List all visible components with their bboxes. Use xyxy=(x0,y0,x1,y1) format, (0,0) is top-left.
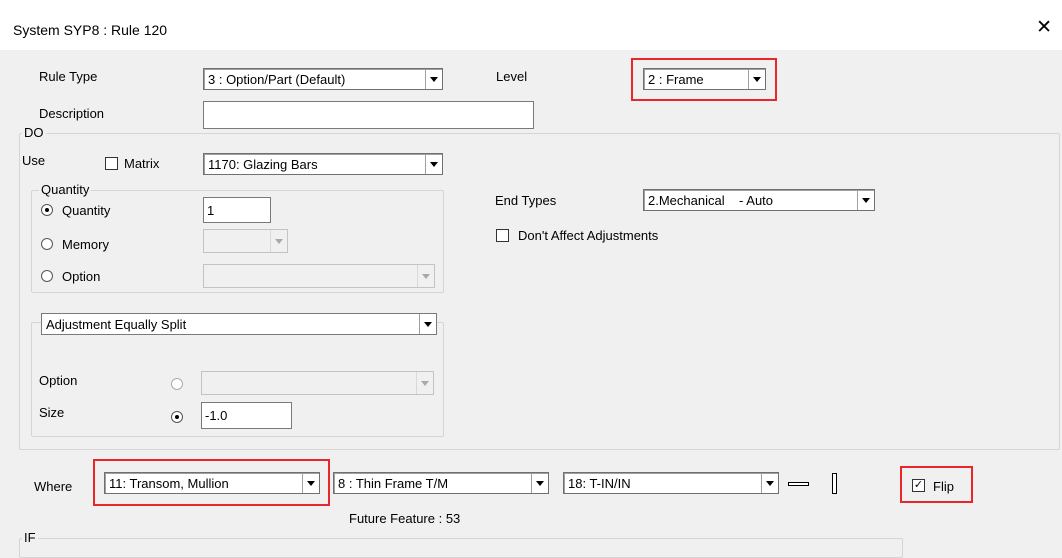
future-feature-text: Future Feature : 53 xyxy=(349,511,461,526)
chevron-down-icon[interactable] xyxy=(270,230,287,252)
do-group-label: DO xyxy=(22,125,46,140)
rule-type-value: 3 : Option/Part (Default) xyxy=(208,71,346,87)
where-label: Where xyxy=(34,479,73,494)
if-group xyxy=(19,538,903,558)
where-highlight xyxy=(93,459,330,506)
end-types-label: End Types xyxy=(495,193,557,208)
chevron-down-icon[interactable] xyxy=(857,190,874,210)
rule-type-select[interactable]: 3 : Option/Part (Default) xyxy=(203,68,443,90)
dont-affect-label: Don't Affect Adjustments xyxy=(518,228,659,243)
chevron-down-icon[interactable] xyxy=(419,314,436,334)
quantity-radio[interactable] xyxy=(41,204,53,216)
description-label: Description xyxy=(39,106,105,121)
level-label: Level xyxy=(496,69,528,84)
quantity-radio-label: Quantity xyxy=(62,203,111,218)
use-select[interactable]: 1170: Glazing Bars xyxy=(203,153,443,175)
description-input[interactable] xyxy=(203,101,534,129)
close-icon[interactable]: ✕ xyxy=(1036,18,1052,37)
memory-select[interactable] xyxy=(203,229,288,253)
where-select-3[interactable]: 18: T-IN/IN xyxy=(563,472,779,494)
rule-type-label: Rule Type xyxy=(39,69,98,84)
size-input[interactable]: -1.0 xyxy=(201,402,292,429)
chevron-down-icon[interactable] xyxy=(425,69,442,89)
size-label: Size xyxy=(39,405,65,420)
adjustment-select[interactable]: Adjustment Equally Split xyxy=(41,313,437,335)
adjustment-option-select[interactable] xyxy=(201,371,434,395)
horizontal-bar-icon xyxy=(788,482,809,486)
flip-highlight xyxy=(900,466,973,503)
chevron-down-icon[interactable] xyxy=(425,154,442,174)
where-value-2: 8 : Thin Frame T/M xyxy=(338,475,449,491)
option-radio-label: Option xyxy=(62,269,101,284)
where-select-2[interactable]: 8 : Thin Frame T/M xyxy=(333,472,549,494)
end-types-value: 2.Mechanical - Auto xyxy=(648,192,774,208)
quantity-input[interactable]: 1 xyxy=(203,197,271,223)
vertical-bar-icon xyxy=(832,473,837,494)
adjustment-option-radio[interactable] xyxy=(171,378,183,390)
matrix-label: Matrix xyxy=(124,156,160,171)
chevron-down-icon[interactable] xyxy=(761,473,778,493)
if-group-label: IF xyxy=(22,530,38,545)
dont-affect-checkbox[interactable] xyxy=(496,229,509,242)
option-select[interactable] xyxy=(203,264,435,288)
quantity-group-label: Quantity xyxy=(39,182,92,197)
where-value-3: 18: T-IN/IN xyxy=(568,475,631,491)
adjustment-option-label: Option xyxy=(39,373,78,388)
memory-radio-label: Memory xyxy=(62,237,109,252)
chevron-down-icon[interactable] xyxy=(417,265,434,287)
use-value: 1170: Glazing Bars xyxy=(208,156,318,172)
option-radio[interactable] xyxy=(41,270,53,282)
chevron-down-icon[interactable] xyxy=(531,473,548,493)
use-label: Use xyxy=(22,153,46,168)
memory-radio[interactable] xyxy=(41,238,53,250)
size-radio[interactable] xyxy=(171,411,183,423)
chevron-down-icon[interactable] xyxy=(416,372,433,394)
end-types-select[interactable]: 2.Mechanical - Auto xyxy=(643,189,875,211)
window-title: System SYP8 : Rule 120 xyxy=(13,22,168,38)
matrix-checkbox[interactable] xyxy=(105,157,118,170)
title-bar: System SYP8 : Rule 120 ✕ xyxy=(0,0,1062,50)
adjustment-value: Adjustment Equally Split xyxy=(46,316,187,332)
level-highlight xyxy=(631,58,777,101)
